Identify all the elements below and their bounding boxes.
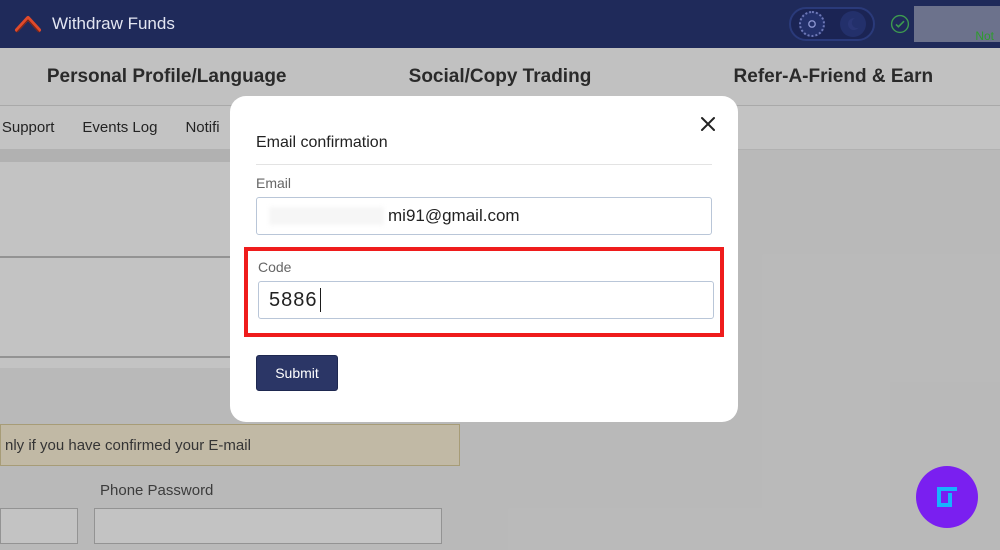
code-highlight: Code 5886 [244, 247, 724, 337]
chat-widget-button[interactable] [916, 466, 978, 528]
submit-button[interactable]: Submit [256, 355, 338, 391]
email-redacted-part [269, 207, 384, 225]
close-icon[interactable] [696, 112, 720, 136]
brand-logo [14, 13, 42, 35]
code-input[interactable]: 5886 [258, 281, 714, 319]
code-label: Code [258, 259, 710, 275]
email-suffix: mi91@gmail.com [388, 206, 520, 226]
theme-toggle[interactable] [789, 7, 875, 41]
email-input[interactable]: mi91@gmail.com [256, 197, 712, 235]
check-shield-icon [890, 14, 910, 34]
email-label: Email [256, 175, 712, 191]
moon-icon [840, 11, 866, 37]
email-confirmation-modal: Email confirmation Email mi91@gmail.com … [230, 96, 738, 422]
chat-logo-icon [930, 480, 964, 514]
text-caret [320, 288, 321, 312]
page-title: Withdraw Funds [52, 14, 175, 34]
modal-title: Email confirmation [256, 134, 712, 152]
code-value: 5886 [269, 289, 318, 312]
notification-fragment: Not [975, 29, 994, 43]
sun-icon [799, 11, 825, 37]
